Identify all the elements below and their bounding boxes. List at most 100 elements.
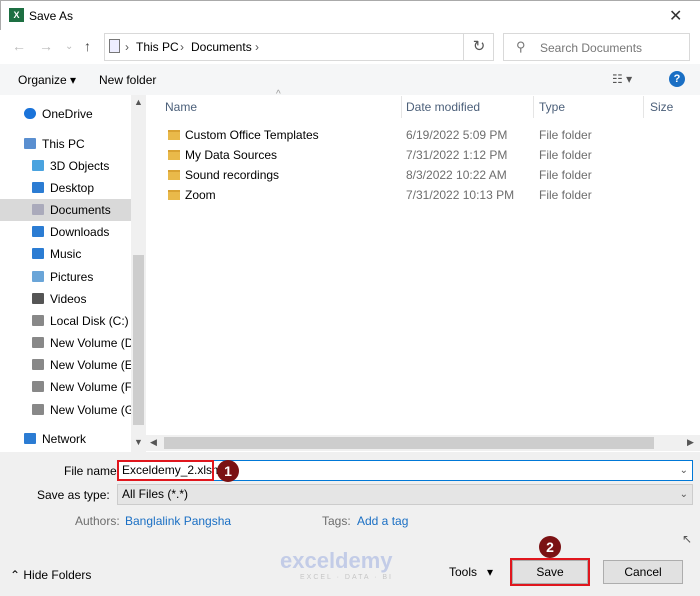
view-options-icon[interactable]: ☷ ▾ bbox=[612, 72, 632, 86]
file-name-input[interactable]: Exceldemy_2.xlsm ⌄ bbox=[117, 460, 693, 481]
forward-icon[interactable]: → bbox=[39, 38, 53, 54]
organize-button[interactable]: Organize ▾ bbox=[18, 73, 76, 87]
sidebar-item-label: OneDrive bbox=[42, 107, 93, 121]
help-icon[interactable]: ? bbox=[669, 71, 685, 87]
column-type[interactable]: Type bbox=[539, 96, 565, 118]
save-options-panel: File name: Exceldemy_2.xlsm ⌄ 1 Save as … bbox=[0, 452, 700, 596]
folder-icon bbox=[168, 190, 180, 200]
desktop-icon bbox=[32, 182, 44, 193]
sidebar-item-this-pc[interactable]: This PC bbox=[0, 133, 131, 155]
sidebar-item-downloads[interactable]: Downloads bbox=[0, 221, 131, 243]
hide-folders-button[interactable]: ⌃ Hide Folders bbox=[10, 568, 91, 582]
toolbar: Organize ▾ New folder ☷ ▾ ? bbox=[0, 64, 700, 95]
sidebar-item-label: Music bbox=[50, 247, 82, 261]
cloud-icon bbox=[24, 108, 36, 119]
back-icon[interactable]: ← bbox=[12, 38, 26, 54]
sidebar-item-videos[interactable]: Videos bbox=[0, 288, 131, 310]
authors-label: Authors: bbox=[75, 514, 120, 528]
scroll-left-icon[interactable]: ◀ bbox=[150, 437, 157, 448]
step-2-badge: 2 bbox=[539, 536, 561, 558]
sidebar-item-new-volume-f[interactable]: New Volume (F:) bbox=[0, 376, 131, 398]
window-title: Save As bbox=[29, 9, 74, 23]
sidebar-item-new-volume-d[interactable]: New Volume (D:) bbox=[0, 332, 131, 354]
sidebar-item-music[interactable]: Music bbox=[0, 243, 131, 265]
network-icon bbox=[24, 433, 36, 444]
sidebar-item-pictures[interactable]: Pictures bbox=[0, 266, 131, 288]
save-button[interactable]: Save bbox=[510, 558, 590, 586]
sidebar-item-new-volume-g[interactable]: New Volume (G:) bbox=[0, 399, 131, 421]
save-as-type-select[interactable]: All Files (*.*) ⌄ bbox=[117, 484, 693, 505]
file-row[interactable]: Zoom 7/31/2022 10:13 PM File folder bbox=[160, 185, 640, 205]
new-folder-button[interactable]: New folder bbox=[99, 73, 156, 87]
computer-icon bbox=[24, 138, 36, 149]
sidebar-item-label: Network bbox=[42, 432, 87, 446]
drive-icon bbox=[32, 315, 44, 326]
chevron-right-icon[interactable]: › bbox=[255, 40, 259, 54]
column-size[interactable]: Size bbox=[650, 96, 673, 118]
add-tag-link[interactable]: Add a tag bbox=[357, 514, 408, 528]
sidebar-item-label: Videos bbox=[50, 292, 87, 306]
column-divider[interactable] bbox=[643, 96, 644, 118]
breadcrumb-documents[interactable]: Documents bbox=[191, 40, 252, 54]
up-icon[interactable]: ↑ bbox=[84, 38, 91, 54]
tags-label: Tags: bbox=[322, 514, 351, 528]
video-icon bbox=[32, 293, 44, 304]
sidebar-scrollbar[interactable]: ▲ ▼ bbox=[131, 95, 146, 452]
column-date-modified[interactable]: Date modified bbox=[406, 96, 480, 118]
column-name[interactable]: Name bbox=[165, 96, 197, 118]
column-divider[interactable] bbox=[533, 96, 534, 118]
horizontal-scrollbar[interactable]: ◀ ▶ bbox=[146, 435, 700, 451]
folder-icon bbox=[168, 170, 180, 180]
sidebar-item-onedrive[interactable]: OneDrive bbox=[0, 103, 131, 125]
chevron-right-icon: › bbox=[125, 40, 129, 54]
file-row[interactable]: Custom Office Templates 6/19/2022 5:09 PM… bbox=[160, 125, 640, 145]
file-name: My Data Sources bbox=[185, 148, 278, 162]
column-divider[interactable] bbox=[401, 96, 402, 118]
drive-icon bbox=[32, 404, 44, 415]
cancel-button[interactable]: Cancel bbox=[603, 560, 683, 584]
file-type: File folder bbox=[539, 148, 592, 162]
sidebar-item-label: New Volume (F:) bbox=[50, 380, 131, 394]
file-row[interactable]: Sound recordings 8/3/2022 10:22 AM File fo… bbox=[160, 165, 640, 185]
authors-value[interactable]: Banglalink Pangsha bbox=[125, 514, 231, 528]
title-bar: X Save As ✕ bbox=[0, 0, 700, 30]
refresh-icon[interactable]: ↻ bbox=[463, 34, 494, 60]
sidebar-item-3d-objects[interactable]: 3D Objects bbox=[0, 155, 131, 177]
sidebar-item-documents[interactable]: Documents bbox=[0, 199, 131, 221]
scroll-thumb[interactable] bbox=[164, 437, 654, 449]
close-icon[interactable]: ✕ bbox=[669, 6, 682, 26]
chevron-down-icon[interactable]: ⌄ bbox=[680, 461, 688, 480]
scroll-up-icon[interactable]: ▲ bbox=[134, 97, 143, 107]
hide-folders-label: Hide Folders bbox=[23, 568, 92, 582]
sidebar-item-desktop[interactable]: Desktop bbox=[0, 177, 131, 199]
cube-icon bbox=[32, 160, 44, 171]
highlight-box bbox=[117, 460, 214, 481]
sidebar-item-label: Desktop bbox=[50, 181, 95, 195]
scroll-down-icon[interactable]: ▼ bbox=[134, 437, 143, 447]
sidebar-item-local-disk-c[interactable]: Local Disk (C:) bbox=[0, 310, 131, 332]
breadcrumb-this-pc[interactable]: This PC bbox=[136, 40, 179, 54]
sidebar-item-label: Downloads bbox=[50, 225, 110, 239]
search-input[interactable]: ⚲ Search Documents bbox=[503, 33, 690, 61]
document-icon bbox=[32, 204, 44, 215]
save-as-type-label: Save as type: bbox=[37, 488, 110, 502]
sidebar-item-new-volume-e[interactable]: New Volume (E:) bbox=[0, 354, 131, 376]
file-type: File folder bbox=[539, 128, 592, 142]
sort-ascending-icon: ^ bbox=[276, 89, 281, 100]
drive-icon bbox=[32, 337, 44, 348]
sidebar-item-label: 3D Objects bbox=[50, 159, 110, 173]
tools-button[interactable]: Tools ▾ bbox=[449, 565, 493, 579]
step-1-badge: 1 bbox=[217, 460, 239, 482]
file-date: 7/31/2022 10:13 PM bbox=[406, 188, 515, 202]
scroll-right-icon[interactable]: ▶ bbox=[687, 437, 694, 448]
scroll-thumb[interactable] bbox=[133, 255, 144, 425]
file-name: Custom Office Templates bbox=[185, 128, 319, 142]
sidebar-item-network[interactable]: Network bbox=[0, 428, 131, 450]
file-name: Sound recordings bbox=[185, 168, 280, 182]
folder-icon bbox=[168, 130, 180, 140]
address-bar[interactable]: › This PC › Documents › ↻ bbox=[104, 33, 494, 61]
chevron-down-icon[interactable]: ⌄ bbox=[680, 485, 688, 504]
file-date: 8/3/2022 10:22 AM bbox=[406, 168, 507, 182]
file-row[interactable]: My Data Sources 7/31/2022 1:12 PM File fol… bbox=[160, 145, 640, 165]
recent-dropdown-icon[interactable]: ⌄ bbox=[65, 41, 73, 52]
